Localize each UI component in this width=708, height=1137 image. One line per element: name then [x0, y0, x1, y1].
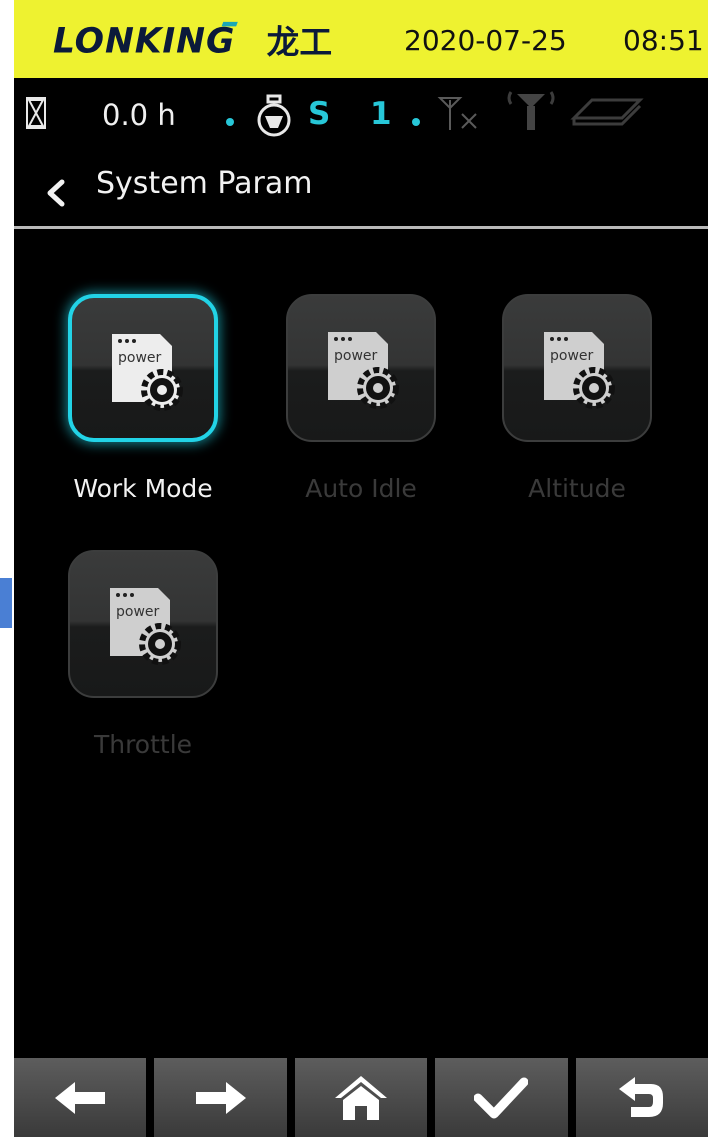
header-divider	[14, 226, 708, 229]
nav-confirm-button[interactable]	[435, 1058, 568, 1137]
status-row: 0.0 h S 1	[14, 84, 708, 160]
gear-number: 1	[370, 96, 392, 132]
lonking-logo: LONKING 龙工	[53, 22, 332, 60]
check-icon	[474, 1077, 529, 1118]
power-settings-icon: power	[544, 332, 615, 409]
top-bar: LONKING 龙工 2020-07-25 08:51	[14, 0, 708, 78]
throttle-label: Throttle	[93, 730, 193, 759]
date-display: 2020-07-25	[404, 24, 567, 57]
svg-text:power: power	[118, 350, 162, 366]
nav-right-button[interactable]	[154, 1058, 287, 1137]
altitude-label: Altitude	[528, 474, 626, 503]
power-settings-icon: power	[328, 332, 399, 409]
hourglass-icon	[26, 97, 46, 129]
status-dot	[412, 118, 420, 126]
work-mode-label: Work Mode	[73, 474, 213, 503]
auto-idle-label: Auto Idle	[305, 474, 417, 503]
status-dot	[226, 118, 234, 126]
svg-text:power: power	[116, 604, 160, 620]
arrow-right-icon	[195, 1081, 246, 1114]
chevron-left-icon[interactable]	[36, 170, 76, 216]
svg-text:龙工: 龙工	[267, 24, 332, 60]
nav-return-button[interactable]	[575, 1058, 708, 1137]
time-display: 08:51	[623, 24, 704, 57]
altitude-tile[interactable]: power	[502, 294, 652, 442]
side-tab[interactable]	[0, 578, 12, 628]
arrow-left-icon	[55, 1081, 106, 1114]
gear-letter: S	[308, 96, 331, 132]
power-settings-icon: power	[110, 588, 181, 665]
svg-text:LONKING: LONKING	[53, 22, 235, 60]
hour-meter: 0.0 h	[102, 98, 176, 132]
screen-header: System Param	[14, 160, 708, 228]
svg-text:power: power	[334, 348, 378, 364]
power-settings-icon: power	[112, 334, 183, 411]
auto-idle-tile[interactable]: power	[286, 294, 436, 442]
home-icon	[335, 1075, 388, 1120]
book-icon	[570, 98, 644, 126]
nav-left-button[interactable]	[14, 1058, 147, 1137]
page-title: System Param	[96, 166, 313, 201]
nav-home-button[interactable]	[294, 1058, 428, 1137]
antenna-no-signal-icon	[437, 97, 477, 130]
svg-text:power: power	[550, 348, 594, 364]
work-mode-tile[interactable]: power	[68, 294, 218, 442]
left-edge	[0, 0, 14, 1137]
return-icon	[618, 1076, 663, 1117]
bottom-nav	[14, 1058, 708, 1137]
throttle-tile[interactable]: power	[68, 550, 218, 698]
engine-icon	[257, 94, 291, 137]
antenna-signal-icon	[507, 91, 555, 130]
